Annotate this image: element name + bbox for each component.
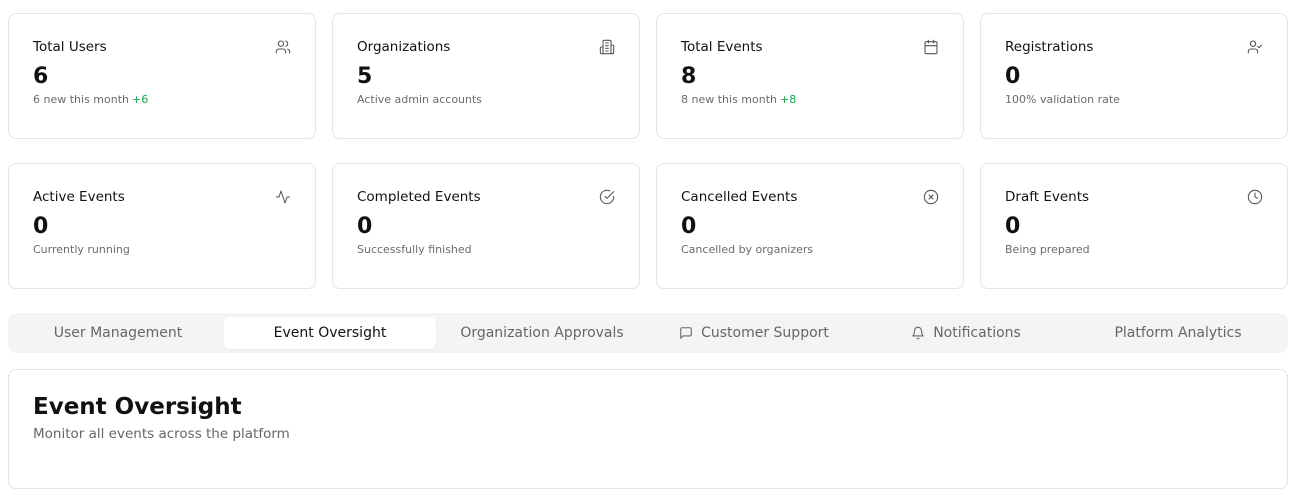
stat-card-active-events: Active Events 0 Currently running xyxy=(8,163,316,289)
stat-value: 6 xyxy=(33,64,49,89)
clock-icon xyxy=(1247,189,1263,205)
user-check-icon xyxy=(1247,39,1263,55)
bell-icon xyxy=(911,326,925,340)
stat-card-completed-events: Completed Events 0 Successfully finished xyxy=(332,163,640,289)
tab-label: Notifications xyxy=(933,325,1021,341)
tab-event-oversight[interactable]: Event Oversight xyxy=(224,317,436,349)
panel-subtitle: Monitor all events across the platform xyxy=(33,426,290,442)
stat-title: Total Events xyxy=(681,39,763,55)
stat-title: Organizations xyxy=(357,39,451,55)
stat-title: Completed Events xyxy=(357,189,481,205)
stat-subtext-label: 8 new this month xyxy=(681,93,777,106)
stat-value: 0 xyxy=(1005,214,1021,239)
event-oversight-panel: Event Oversight Monitor all events acros… xyxy=(8,369,1288,489)
stat-card-cancelled-events: Cancelled Events 0 Cancelled by organize… xyxy=(656,163,964,289)
tab-label: Platform Analytics xyxy=(1114,325,1242,341)
building-icon xyxy=(599,39,615,55)
stat-title: Draft Events xyxy=(1005,189,1090,205)
tab-notifications[interactable]: Notifications xyxy=(860,317,1072,349)
stat-subtext: Currently running xyxy=(33,243,130,256)
stats-row-primary: Total Users 6 6 new this month +6 Organiz… xyxy=(8,13,1288,139)
stat-subtext: Successfully finished xyxy=(357,243,472,256)
stat-card-total-users: Total Users 6 6 new this month +6 xyxy=(8,13,316,139)
stat-title: Cancelled Events xyxy=(681,189,798,205)
panel-title: Event Oversight xyxy=(33,394,242,420)
stat-subtext-label: 6 new this month xyxy=(33,93,129,106)
activity-icon xyxy=(275,189,291,205)
stat-card-total-events: Total Events 8 8 new this month +8 xyxy=(656,13,964,139)
tab-platform-analytics[interactable]: Platform Analytics xyxy=(1072,317,1284,349)
admin-tabs: User Management Event Oversight Organiza… xyxy=(8,313,1288,353)
stat-value: 8 xyxy=(681,64,697,89)
stat-subtext: 8 new this month +8 xyxy=(681,93,939,107)
tab-label: Event Oversight xyxy=(273,325,387,341)
stat-subtext: 6 new this month +6 xyxy=(33,93,291,107)
stat-title: Registrations xyxy=(1005,39,1094,55)
stat-value: 5 xyxy=(357,64,373,89)
stat-title: Total Users xyxy=(33,39,107,55)
tab-organization-approvals[interactable]: Organization Approvals xyxy=(436,317,648,349)
stat-delta: +6 xyxy=(132,93,149,106)
tab-label: Organization Approvals xyxy=(460,325,624,341)
users-icon xyxy=(275,39,291,55)
stat-value: 0 xyxy=(1005,64,1021,89)
stat-card-registrations: Registrations 0 100% validation rate xyxy=(980,13,1288,139)
calendar-icon xyxy=(923,39,939,55)
stat-subtext: Being prepared xyxy=(1005,243,1090,256)
stats-row-events: Active Events 0 Currently running Comple… xyxy=(8,163,1288,289)
tab-user-management[interactable]: User Management xyxy=(12,317,224,349)
stat-card-draft-events: Draft Events 0 Being prepared xyxy=(980,163,1288,289)
tab-label: Customer Support xyxy=(701,325,829,341)
x-circle-icon xyxy=(923,189,939,205)
tab-label: User Management xyxy=(53,325,183,341)
stat-title: Active Events xyxy=(33,189,125,205)
stat-subtext: 100% validation rate xyxy=(1005,93,1120,106)
stat-subtext: Active admin accounts xyxy=(357,93,483,106)
check-circle-icon xyxy=(599,189,615,205)
stat-card-organizations: Organizations 5 Active admin accounts xyxy=(332,13,640,139)
stat-value: 0 xyxy=(357,214,373,239)
tab-customer-support[interactable]: Customer Support xyxy=(648,317,860,349)
stat-value: 0 xyxy=(681,214,697,239)
message-square-icon xyxy=(679,326,693,340)
stat-value: 0 xyxy=(33,214,49,239)
stat-delta: +8 xyxy=(780,93,797,106)
stat-subtext: Cancelled by organizers xyxy=(681,243,814,256)
